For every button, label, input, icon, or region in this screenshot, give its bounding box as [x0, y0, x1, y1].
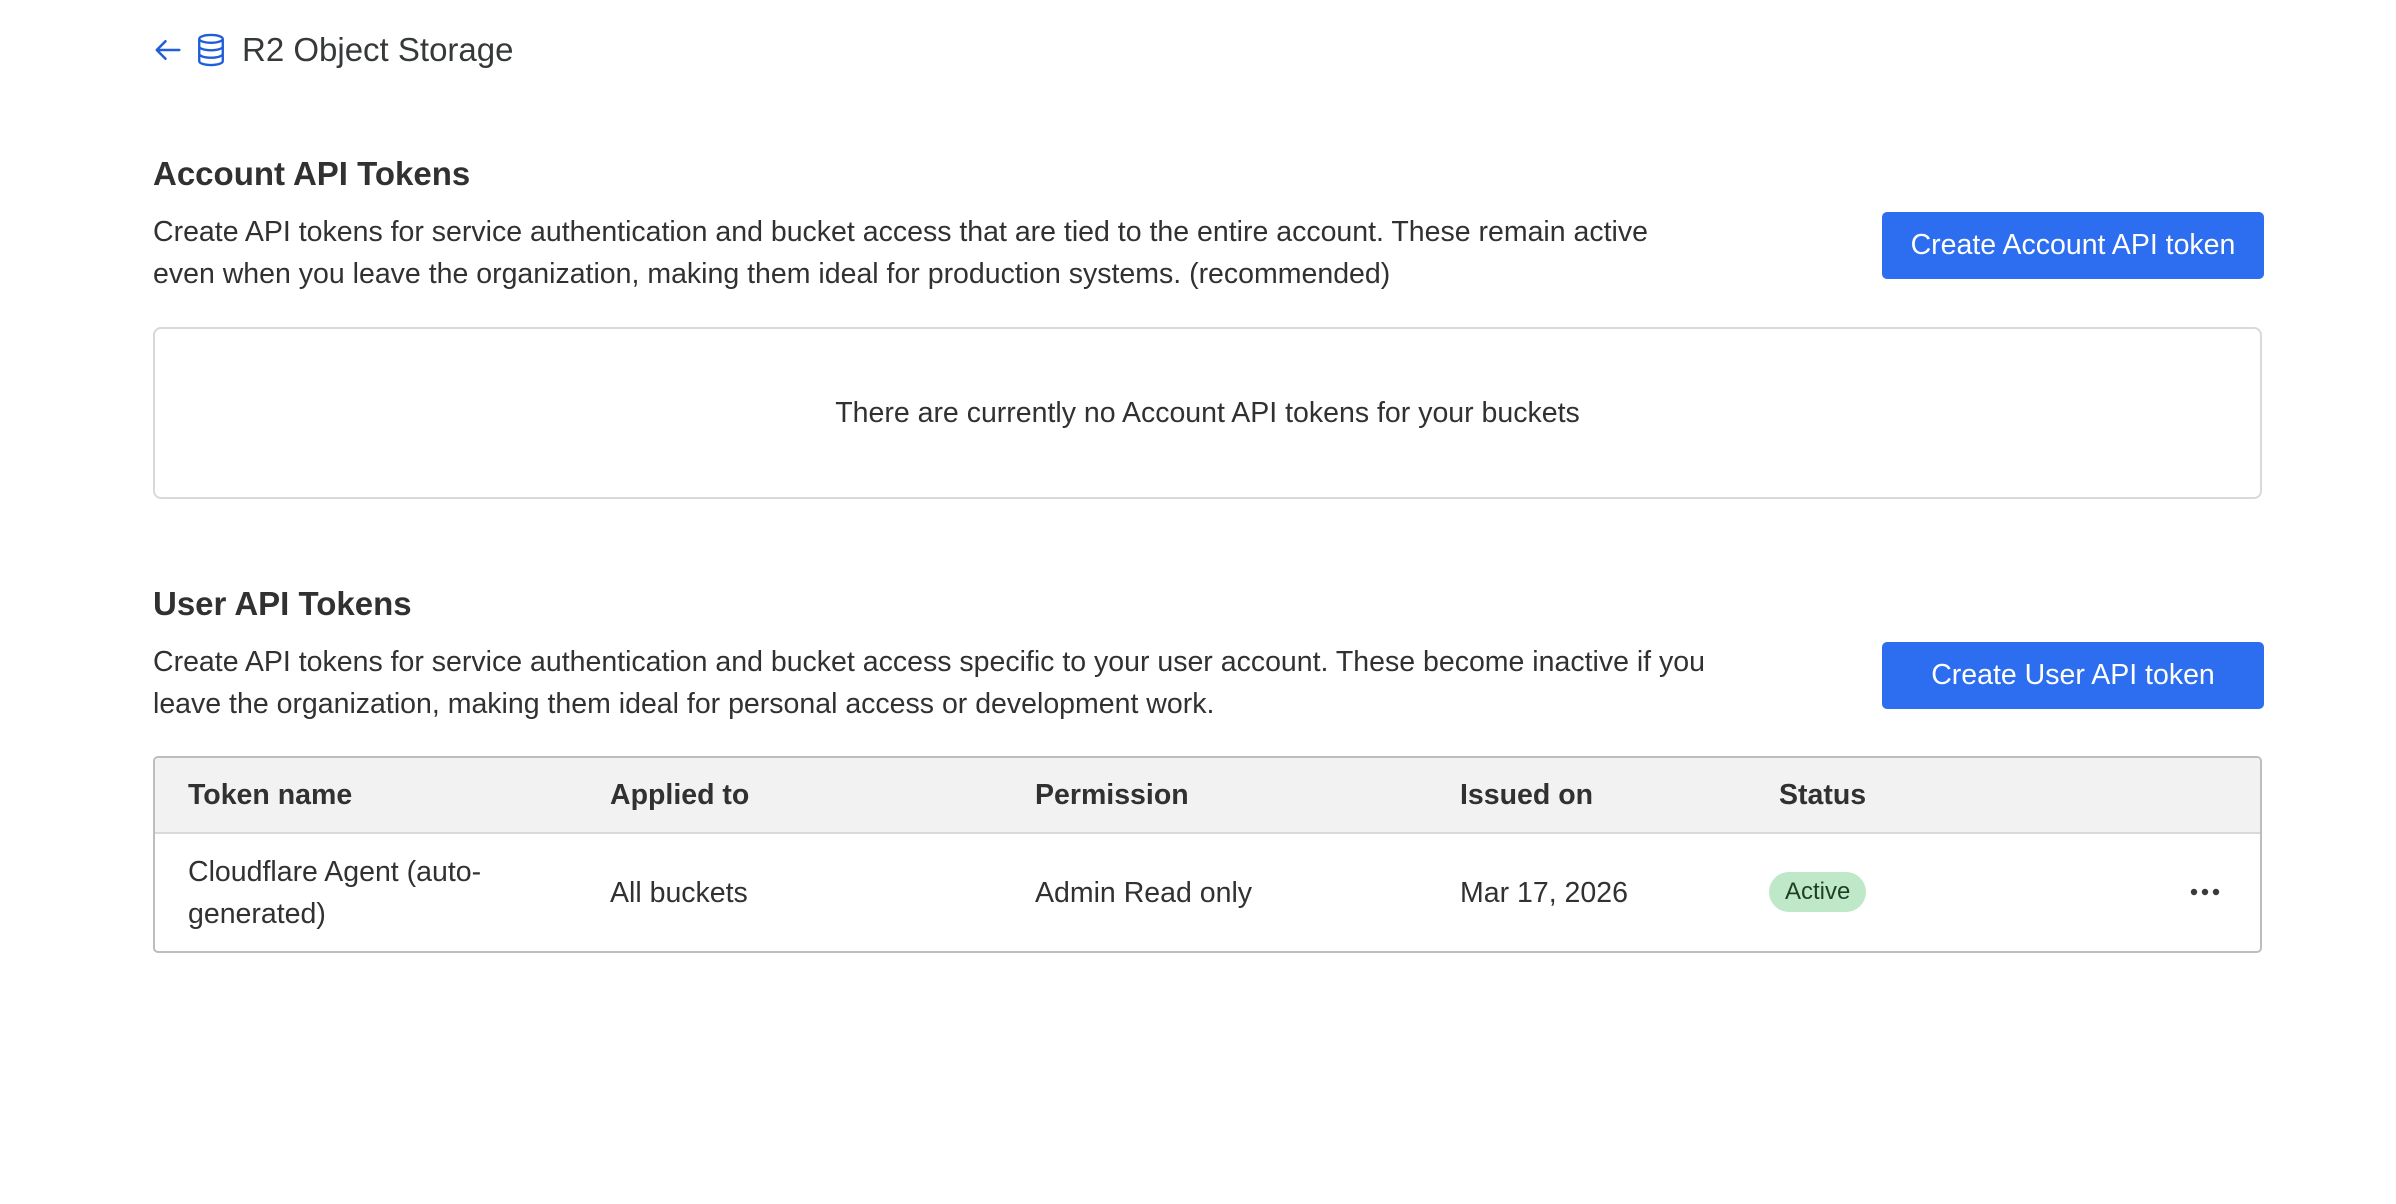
column-header-permission: Permission	[1035, 779, 1189, 811]
user-tokens-table: Token name Applied to Permission Issued …	[153, 756, 2262, 953]
column-header-issued-on: Issued on	[1460, 779, 1594, 811]
arrow-left-icon[interactable]	[152, 34, 184, 66]
create-account-token-button[interactable]: Create Account API token	[1882, 212, 2264, 279]
empty-state-message: There are currently no Account API token…	[835, 396, 1580, 429]
column-header-applied-to: Applied to	[610, 779, 750, 811]
r2-api-tokens-page: R2 Object Storage Account API Tokens Cre…	[0, 0, 2396, 1204]
user-tokens-description: Create API tokens for service authentica…	[153, 646, 1705, 720]
breadcrumb-title[interactable]: R2 Object Storage	[242, 31, 513, 69]
status-badge: Active	[1769, 872, 1867, 912]
column-header-token-name: Token name	[188, 779, 353, 811]
database-icon	[194, 33, 228, 67]
account-tokens-heading: Account API Tokens	[153, 155, 471, 192]
create-user-token-button[interactable]: Create User API token	[1882, 642, 2264, 709]
user-tokens-heading: User API Tokens	[153, 585, 412, 622]
table-row: Cloudflare Agent (auto-generated) All bu…	[155, 834, 2260, 951]
token-name-cell: Cloudflare Agent (auto-generated)	[188, 856, 482, 930]
applied-to-cell: All buckets	[610, 877, 748, 909]
table-header: Token name Applied to Permission Issued …	[155, 758, 2260, 834]
issued-on-cell: Mar 17, 2026	[1460, 877, 1628, 909]
more-horizontal-icon[interactable]	[2169, 870, 2241, 914]
permission-cell: Admin Read only	[1035, 877, 1253, 909]
account-tokens-description: Create API tokens for service authentica…	[153, 216, 1648, 290]
breadcrumb: R2 Object Storage	[152, 26, 513, 74]
column-header-status: Status	[1779, 779, 1867, 811]
account-tokens-empty-state: There are currently no Account API token…	[153, 327, 2262, 499]
